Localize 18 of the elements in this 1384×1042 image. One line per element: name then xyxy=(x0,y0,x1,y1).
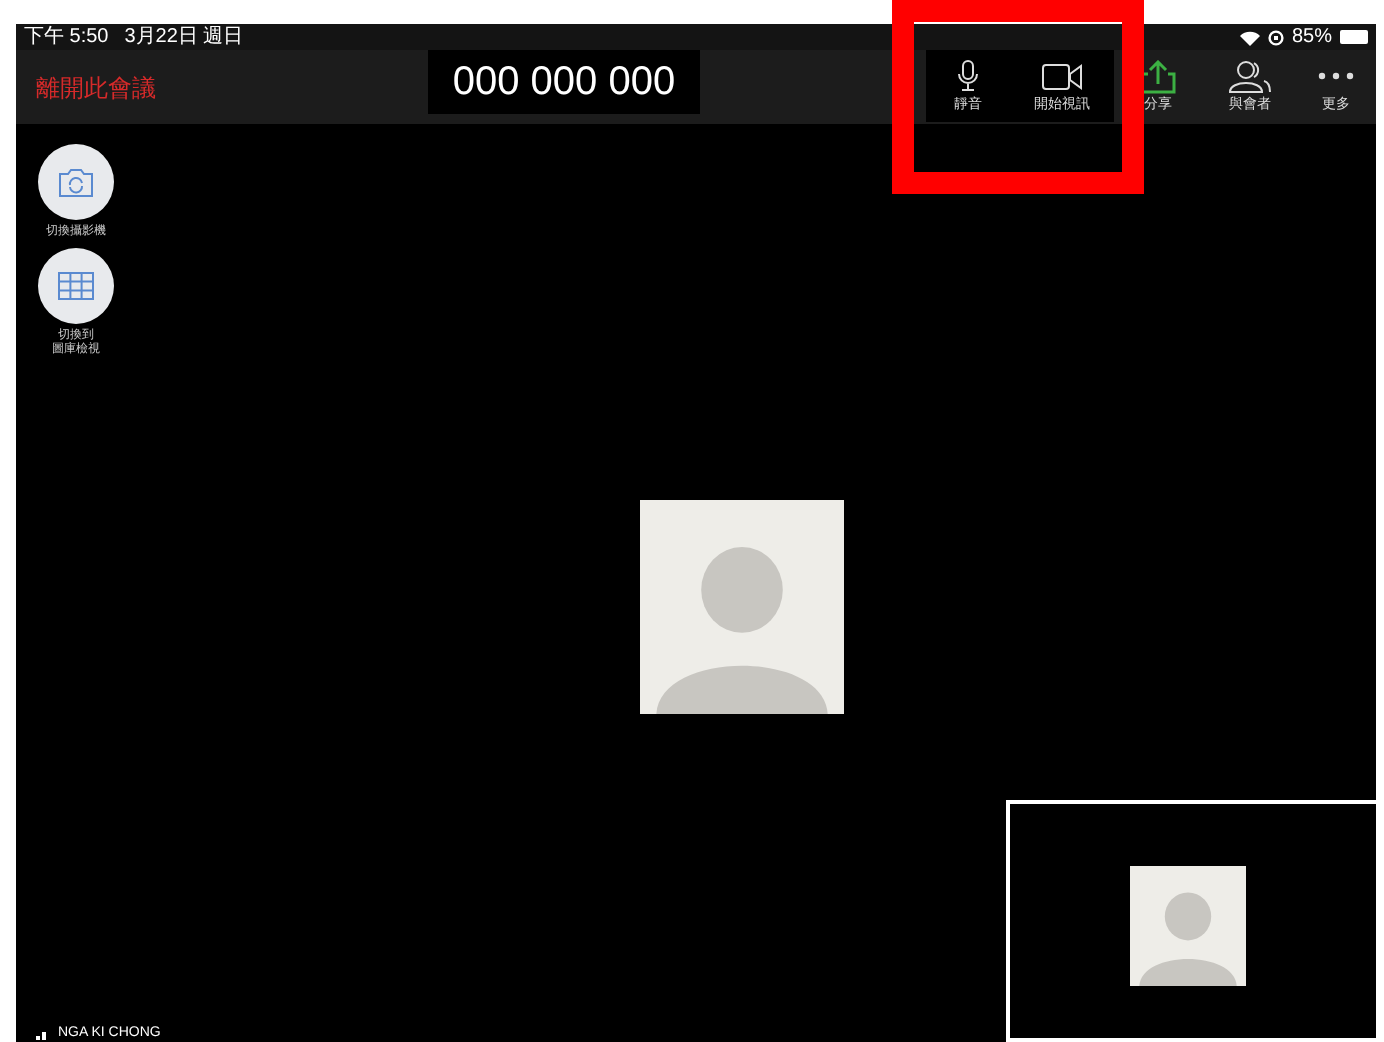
status-time: 下午 5:50 xyxy=(24,24,109,52)
grid-switch-button[interactable] xyxy=(38,248,114,324)
people-icon xyxy=(1228,59,1272,93)
microphone-icon xyxy=(958,60,978,92)
share-upload-icon xyxy=(1140,59,1176,93)
status-date: 3月22日 週日 xyxy=(124,24,244,52)
more-icon xyxy=(1318,72,1354,80)
camera-switch-button[interactable] xyxy=(38,144,114,220)
battery-icon xyxy=(1340,30,1368,44)
grid-icon xyxy=(58,272,94,300)
meeting-id: 000 000 000 xyxy=(428,50,700,114)
rotation-lock-icon xyxy=(1267,29,1284,45)
battery-percent: 85% xyxy=(1291,24,1332,52)
video-camera-icon xyxy=(1042,63,1082,89)
camera-switch-icon xyxy=(58,167,94,197)
signal-icon xyxy=(36,1028,50,1040)
avatar-placeholder xyxy=(1130,866,1246,986)
wifi-icon xyxy=(1239,29,1260,45)
